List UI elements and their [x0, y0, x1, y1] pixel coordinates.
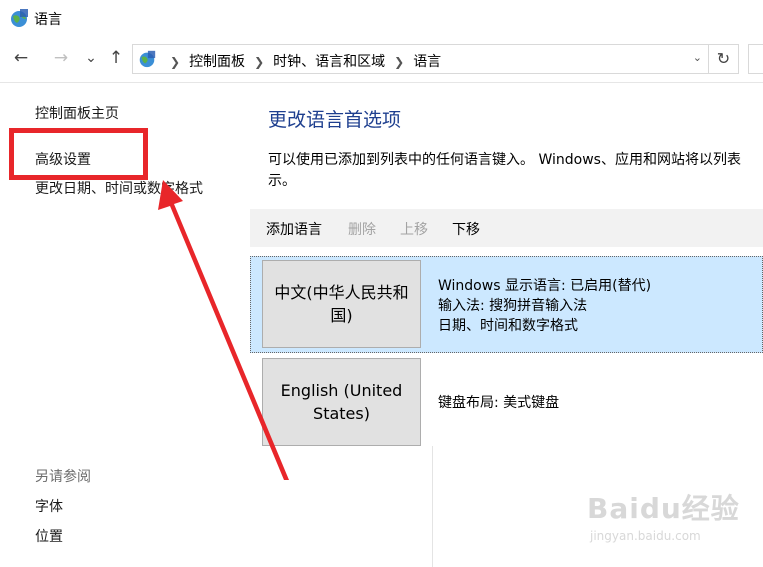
watermark-text: Baidu经验	[587, 492, 740, 525]
watermark: Baidu经验 jingyan.baidu.com	[584, 487, 762, 547]
annotation-arrow-icon	[158, 180, 289, 480]
watermark-url: jingyan.baidu.com	[590, 529, 701, 543]
language-window: 语言 ← → ⌄ ↑ ❯ 控制面板 ❯ 时钟、语言和区域 ❯ 语言 ⌄ ↻ 控制面板主页 …	[0, 0, 763, 567]
